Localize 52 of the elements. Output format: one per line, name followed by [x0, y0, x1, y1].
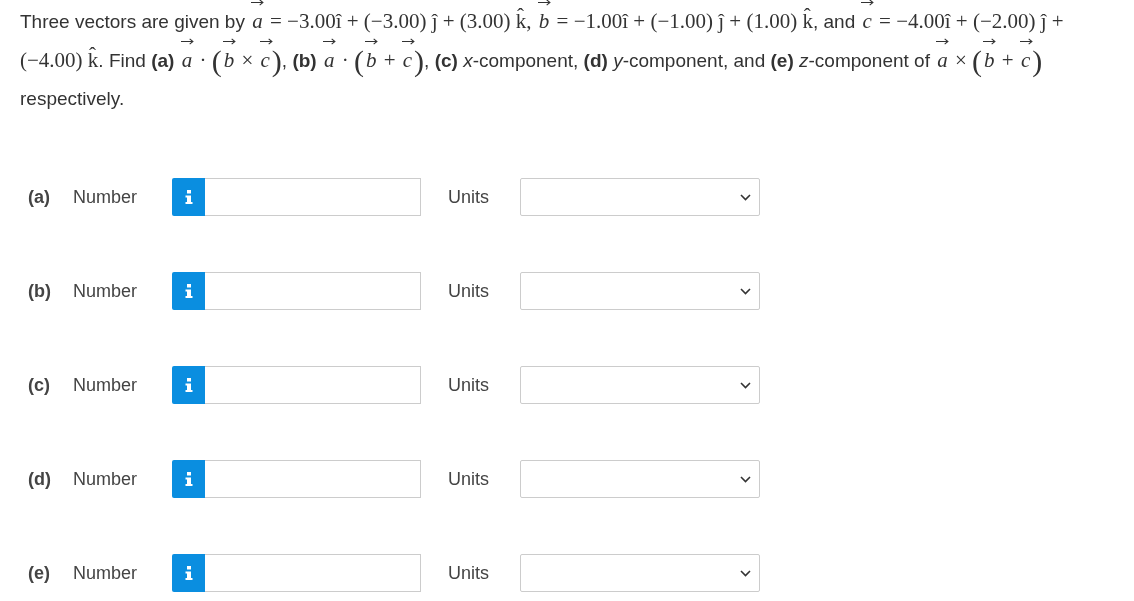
- info-button[interactable]: [172, 178, 205, 216]
- part-label: (c): [28, 374, 51, 396]
- vector-arrow-icon: [537, 0, 551, 6]
- info-icon: [184, 190, 193, 204]
- units-label: Units: [448, 374, 490, 396]
- info-button[interactable]: [172, 366, 205, 404]
- units-label: Units: [448, 186, 490, 208]
- info-button[interactable]: [172, 460, 205, 498]
- number-field[interactable]: [205, 366, 421, 404]
- number-label: Number: [73, 562, 139, 584]
- units-dropdown[interactable]: [520, 178, 760, 216]
- info-icon: [184, 284, 193, 298]
- info-button[interactable]: [172, 272, 205, 310]
- part-label: (b): [28, 280, 52, 302]
- part-label: (d): [28, 468, 52, 490]
- units-dropdown[interactable]: [520, 554, 760, 592]
- units-label: Units: [448, 468, 490, 490]
- vector-arrow-icon: [364, 38, 378, 45]
- units-label: Units: [448, 280, 490, 302]
- vector-arrow-icon: [1019, 38, 1033, 45]
- units-dropdown[interactable]: [520, 366, 760, 404]
- units-dropdown[interactable]: [520, 460, 760, 498]
- number-label: Number: [73, 374, 139, 396]
- vector-arrow-icon: [861, 0, 875, 6]
- number-field[interactable]: [205, 272, 421, 310]
- units-dropdown[interactable]: [520, 272, 760, 310]
- vector-arrow-icon: [983, 38, 997, 45]
- info-icon: [184, 472, 193, 486]
- info-button[interactable]: [172, 554, 205, 592]
- number-label: Number: [73, 280, 139, 302]
- vector-arrow-icon: [936, 38, 950, 45]
- vector-arrow-icon: [251, 0, 265, 6]
- chevron-down-icon: [740, 287, 751, 295]
- units-label: Units: [448, 562, 490, 584]
- chevron-down-icon: [740, 569, 751, 577]
- vector-arrow-icon: [322, 38, 336, 45]
- number-field[interactable]: [205, 554, 421, 592]
- info-icon: [184, 378, 193, 392]
- info-icon: [184, 566, 193, 580]
- chevron-down-icon: [740, 381, 751, 389]
- number-label: Number: [73, 468, 139, 490]
- number-label: Number: [73, 186, 139, 208]
- vector-arrow-icon: [401, 38, 415, 45]
- chevron-down-icon: [740, 475, 751, 483]
- number-field[interactable]: [205, 460, 421, 498]
- part-label: (a): [28, 186, 51, 208]
- vector-arrow-icon: [222, 38, 236, 45]
- number-field[interactable]: [205, 178, 421, 216]
- vector-arrow-icon: [259, 38, 273, 45]
- chevron-down-icon: [740, 193, 751, 201]
- part-label: (e): [28, 562, 51, 584]
- vector-arrow-icon: [180, 38, 194, 45]
